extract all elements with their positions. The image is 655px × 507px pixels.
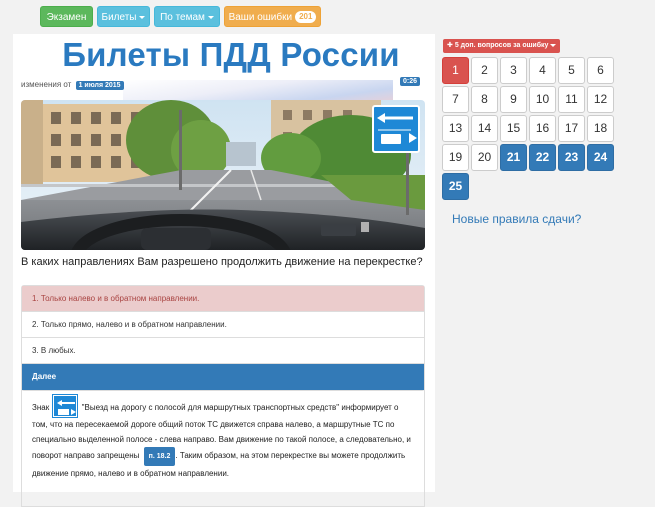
question-number-button[interactable]: 7 bbox=[442, 86, 469, 113]
question-number-button[interactable]: 17 bbox=[558, 115, 585, 142]
question-number-button[interactable]: 4 bbox=[529, 57, 556, 84]
main-panel: Билеты ПДД России изменения от 1 июля 20… bbox=[13, 34, 435, 507]
question-number-button[interactable]: 25 bbox=[442, 173, 469, 200]
timer-label: 0:26 bbox=[400, 77, 421, 86]
extra-questions-button[interactable]: ✚ 5 доп. вопросов за ошибку bbox=[443, 39, 561, 53]
answers-list: 1. Только налево и в обратном направлени… bbox=[21, 285, 425, 391]
bus-lane-sign-icon bbox=[52, 394, 79, 418]
road-scene-image bbox=[21, 100, 425, 250]
question-number-button[interactable]: 8 bbox=[471, 86, 498, 113]
tickets-label: Билеты bbox=[101, 12, 137, 23]
question-number-button[interactable]: 1 bbox=[442, 57, 469, 84]
exam-label: Экзамен bbox=[46, 12, 87, 23]
answer-label: 2. Только прямо, налево и в обратном нап… bbox=[32, 320, 227, 329]
mistakes-button[interactable]: Ваши ошибки 201 bbox=[224, 6, 321, 27]
topics-label: По темам bbox=[160, 12, 205, 23]
mistakes-count-badge: 201 bbox=[295, 11, 317, 24]
question-number-button[interactable]: 9 bbox=[500, 86, 527, 113]
answer-option-2[interactable]: 2. Только прямо, налево и в обратном нап… bbox=[22, 312, 424, 338]
tickets-dropdown-button[interactable]: Билеты bbox=[97, 6, 150, 27]
next-label: Далее bbox=[32, 372, 57, 381]
exam-button[interactable]: Экзамен bbox=[40, 6, 93, 27]
plus-icon: ✚ bbox=[447, 42, 453, 49]
topics-dropdown-button[interactable]: По темам bbox=[154, 6, 220, 27]
answer-option-3[interactable]: 3. В любых. bbox=[22, 338, 424, 364]
question-number-button[interactable]: 21 bbox=[500, 144, 527, 171]
question-number-button[interactable]: 10 bbox=[529, 86, 556, 113]
road-sign-bus-lane-icon bbox=[372, 105, 420, 153]
top-nav: Экзамен Билеты По темам Ваши ошибки 201 bbox=[0, 0, 655, 34]
updated-line: изменения от 1 июля 2015 bbox=[21, 80, 124, 90]
explanation-prefix: Знак bbox=[32, 403, 50, 412]
chevron-down-icon bbox=[550, 43, 557, 47]
question-number-button[interactable]: 5 bbox=[558, 57, 585, 84]
extra-questions-label: 5 доп. вопросов за ошибку bbox=[454, 42, 549, 49]
answer-option-1[interactable]: 1. Только налево и в обратном направлени… bbox=[22, 286, 424, 312]
question-number-button[interactable]: 24 bbox=[587, 144, 614, 171]
explanation-sign-name: "Выезд на дорогу с полосой для маршрутны… bbox=[81, 403, 340, 412]
answer-label: 3. В любых. bbox=[32, 346, 76, 355]
question-number-button[interactable]: 14 bbox=[471, 115, 498, 142]
updated-date-label: 1 июля 2015 bbox=[75, 81, 124, 90]
mistakes-label: Ваши ошибки bbox=[228, 12, 293, 23]
explanation-panel: Знак "Выезд на дорогу с полосой для марш… bbox=[21, 387, 425, 507]
new-rules-link[interactable]: Новые правила сдачи? bbox=[452, 212, 581, 226]
question-number-button[interactable]: 15 bbox=[500, 115, 527, 142]
question-number-button[interactable]: 18 bbox=[587, 115, 614, 142]
chevron-down-icon bbox=[207, 15, 214, 19]
question-number-button[interactable]: 20 bbox=[471, 144, 498, 171]
chevron-down-icon bbox=[139, 15, 146, 19]
question-number-button[interactable]: 11 bbox=[558, 86, 585, 113]
question-number-button[interactable]: 13 bbox=[442, 115, 469, 142]
rule-reference-badge[interactable]: п. 18.2 bbox=[143, 447, 176, 466]
question-number-button[interactable]: 23 bbox=[558, 144, 585, 171]
question-number-button[interactable]: 6 bbox=[587, 57, 614, 84]
question-number-button[interactable]: 22 bbox=[529, 144, 556, 171]
site-title: Билеты ПДД России bbox=[62, 36, 400, 73]
question-number-button[interactable]: 3 bbox=[500, 57, 527, 84]
updated-prefix: изменения от bbox=[21, 80, 72, 89]
question-number-button[interactable]: 2 bbox=[471, 57, 498, 84]
answer-label: 1. Только налево и в обратном направлени… bbox=[32, 294, 200, 303]
question-photo bbox=[21, 100, 425, 250]
question-number-button[interactable]: 16 bbox=[529, 115, 556, 142]
question-number-button[interactable]: 19 bbox=[442, 144, 469, 171]
question-number-button[interactable]: 12 bbox=[587, 86, 614, 113]
question-text: В каких направлениях Вам разрешено продо… bbox=[21, 256, 423, 268]
